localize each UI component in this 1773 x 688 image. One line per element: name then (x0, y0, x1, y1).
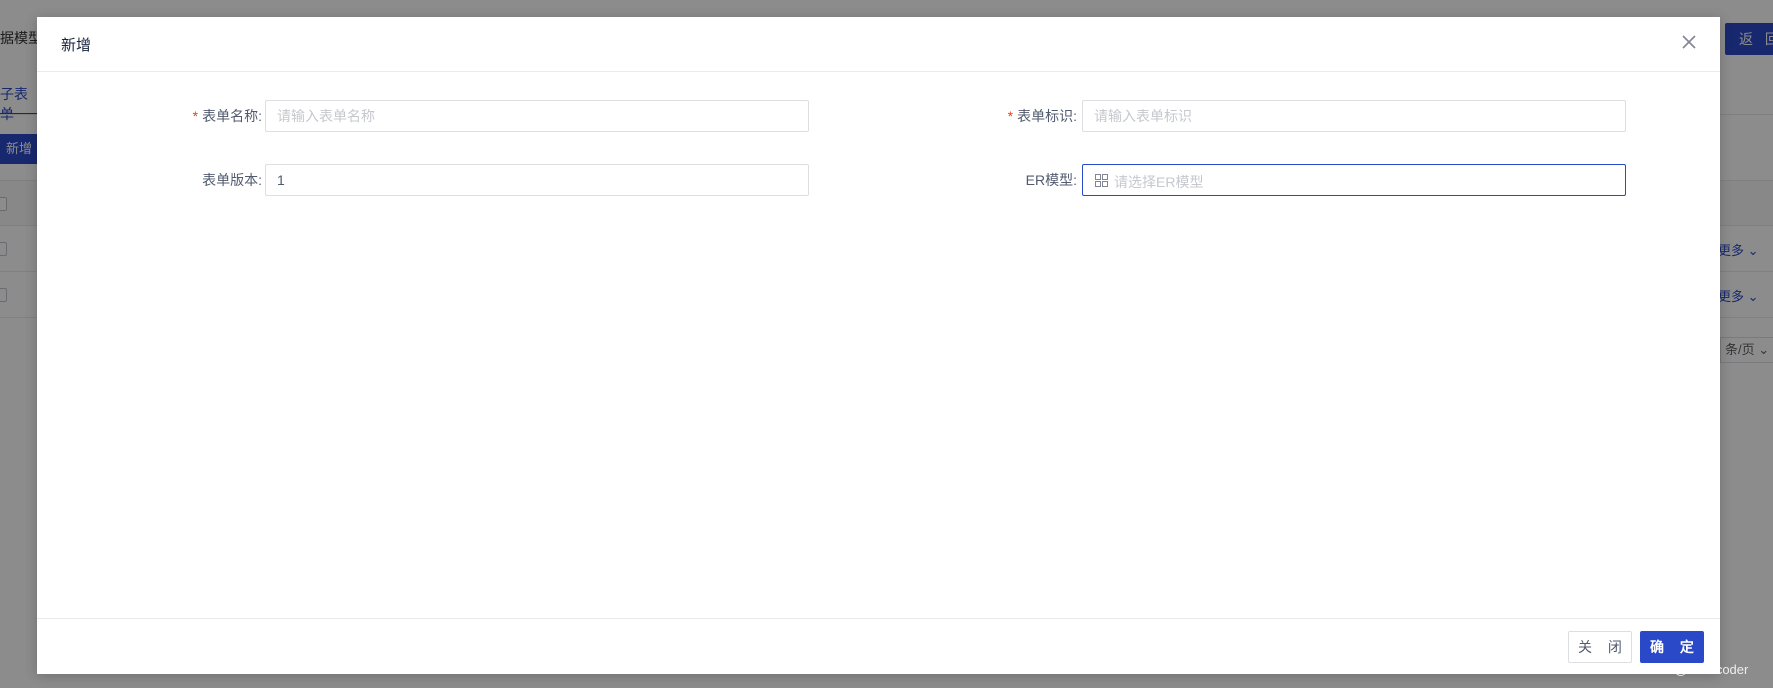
er-model-label: ER模型: (1025, 172, 1077, 188)
form-version-label: 表单版本: (202, 172, 262, 188)
grid-icon (1095, 174, 1108, 187)
dialog-title: 新增 (61, 37, 92, 54)
close-icon[interactable] (1681, 34, 1701, 54)
form-name-label-text: 表单名称: (202, 108, 262, 124)
watermark: CSDN @web-coder (1634, 662, 1749, 677)
form-version-input[interactable] (265, 164, 809, 196)
form-id-label: * 表单标识: (957, 106, 1077, 126)
form-id-input[interactable] (1082, 100, 1626, 132)
form-id-label-text: 表单标识: (1017, 108, 1077, 124)
dialog-footer: 关 闭 确 定 (37, 618, 1720, 674)
add-dialog: 新增 *表单名称: *表单标识: 表单版本: ER模型: 请选择ER模型 关 闭… (37, 17, 1720, 674)
required-mark: * (1007, 108, 1014, 124)
er-model-placeholder: 请选择ER模型 (1114, 174, 1204, 190)
required-mark: * (192, 108, 199, 124)
form-name-input[interactable] (265, 100, 809, 132)
er-model-select[interactable]: 请选择ER模型 (1082, 164, 1626, 196)
dialog-header: 新增 (37, 17, 1720, 72)
form-name-label: * 表单名称: (142, 106, 262, 126)
close-button[interactable]: 关 闭 (1568, 631, 1632, 663)
confirm-button[interactable]: 确 定 (1640, 631, 1704, 663)
